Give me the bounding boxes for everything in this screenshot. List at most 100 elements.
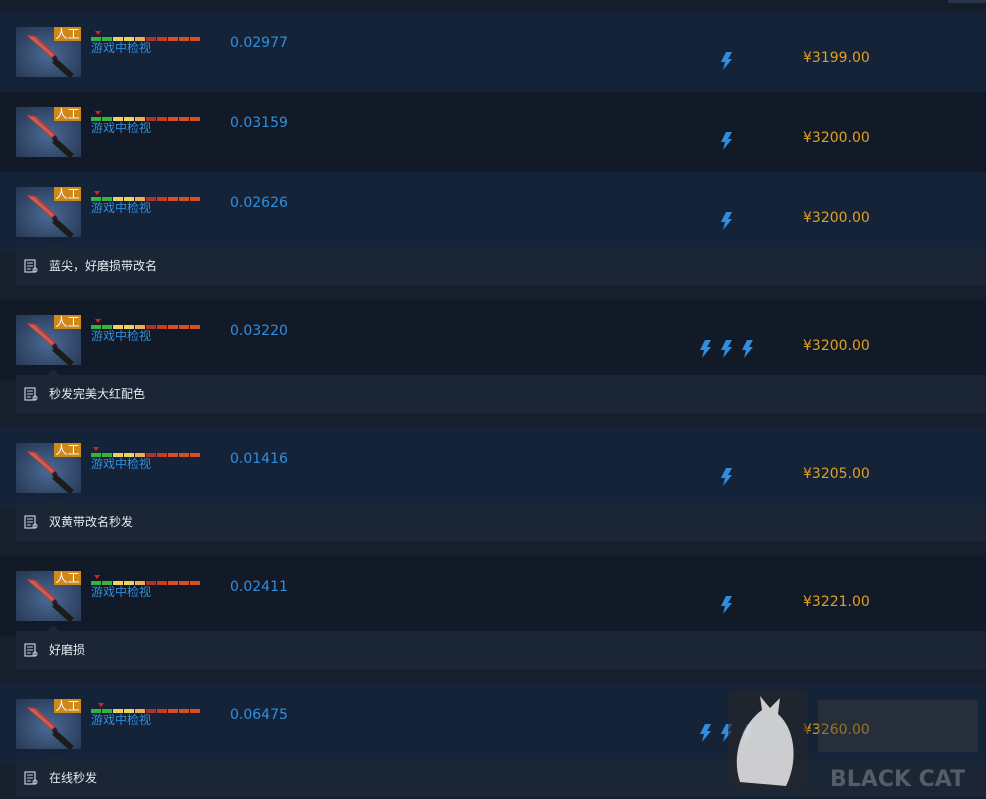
delivery-bolts xyxy=(699,340,755,358)
inspect-link[interactable]: 游戏中检视 xyxy=(91,201,151,215)
float-value: 0.01416 xyxy=(230,451,288,467)
note-text: 蓝尖，好磨损带改名 xyxy=(49,259,158,273)
wear-segment xyxy=(179,117,189,121)
float-value: 0.02977 xyxy=(230,35,288,51)
wear-segment xyxy=(179,37,189,41)
wear-segment xyxy=(190,37,200,41)
listing-row[interactable]: 人工 游戏中检视 0.06475 ¥3260.00 xyxy=(0,684,986,764)
price: ¥3221.00 xyxy=(803,594,870,610)
note-icon xyxy=(24,387,38,401)
listing-row[interactable]: 人工 游戏中检视 0.02411 ¥3221.00 xyxy=(0,556,986,636)
wear-marker xyxy=(93,447,99,451)
float-value: 0.02626 xyxy=(230,195,288,211)
float-value: 0.06475 xyxy=(230,707,288,723)
note-icon xyxy=(24,643,38,657)
top-bar xyxy=(0,0,986,11)
inspect-link[interactable]: 游戏中检视 xyxy=(91,121,151,135)
seller-note: 在线秒发 xyxy=(16,753,986,797)
inspect-link[interactable]: 游戏中检视 xyxy=(91,585,151,599)
lightning-bolt-icon xyxy=(742,724,753,742)
wear-segment xyxy=(157,37,167,41)
manual-badge: 人工 xyxy=(54,443,81,457)
wear-segment xyxy=(179,709,189,713)
manual-badge: 人工 xyxy=(54,107,81,121)
inspect-link[interactable]: 游戏中检视 xyxy=(91,713,151,727)
delivery-bolts xyxy=(720,212,734,230)
wear-segment xyxy=(190,581,200,585)
note-caret xyxy=(46,497,60,503)
inspect-link[interactable]: 游戏中检视 xyxy=(91,457,151,471)
wear-segment xyxy=(190,709,200,713)
seller-note: 秒发完美大红配色 xyxy=(16,369,986,413)
price: ¥3205.00 xyxy=(803,466,870,482)
manual-badge: 人工 xyxy=(54,27,81,41)
note-icon xyxy=(24,771,38,785)
lightning-bolt-icon xyxy=(721,52,732,70)
float-value: 0.03159 xyxy=(230,115,288,131)
lightning-bolt-icon xyxy=(742,340,753,358)
note-icon xyxy=(24,259,38,273)
delivery-bolts xyxy=(720,132,734,150)
wear-marker xyxy=(95,319,101,323)
note-text: 秒发完美大红配色 xyxy=(49,387,146,401)
wear-segment xyxy=(190,197,200,201)
wear-segment xyxy=(157,453,167,457)
lightning-bolt-icon xyxy=(721,724,732,742)
price: ¥3199.00 xyxy=(803,50,870,66)
wear-marker xyxy=(94,575,100,579)
listing-row[interactable]: 人工 游戏中检视 0.02977 ¥3199.00 xyxy=(0,12,986,92)
delivery-bolts xyxy=(720,596,734,614)
lightning-bolt-icon xyxy=(721,340,732,358)
price: ¥3200.00 xyxy=(803,210,870,226)
wear-segment xyxy=(168,325,178,329)
wear-marker xyxy=(94,191,100,195)
inspect-link[interactable]: 游戏中检视 xyxy=(91,329,151,343)
float-value: 0.02411 xyxy=(230,579,288,595)
listing-row[interactable]: 人工 游戏中检视 0.02626 ¥3200.00 xyxy=(0,172,986,252)
wear-segment xyxy=(179,453,189,457)
note-icon xyxy=(24,515,38,529)
lightning-bolt-icon xyxy=(721,212,732,230)
wear-segment xyxy=(157,581,167,585)
wear-segment xyxy=(168,37,178,41)
wear-marker xyxy=(95,31,101,35)
wear-marker xyxy=(95,111,101,115)
wear-segment xyxy=(190,325,200,329)
delivery-bolts xyxy=(720,52,734,70)
price: ¥3260.00 xyxy=(803,722,870,738)
seller-note: 蓝尖，好磨损带改名 xyxy=(16,241,986,285)
listing-row[interactable]: 人工 游戏中检视 0.01416 ¥3205.00 xyxy=(0,428,986,508)
manual-badge: 人工 xyxy=(54,571,81,585)
price: ¥3200.00 xyxy=(803,338,870,354)
manual-badge: 人工 xyxy=(54,187,81,201)
float-value: 0.03220 xyxy=(230,323,288,339)
inspect-link[interactable]: 游戏中检视 xyxy=(91,41,151,55)
note-text: 好磨损 xyxy=(49,643,86,657)
note-caret xyxy=(46,625,60,631)
wear-segment xyxy=(157,325,167,329)
wear-segment xyxy=(157,709,167,713)
listing-row[interactable]: 人工 游戏中检视 0.03220 ¥3200.00 xyxy=(0,300,986,380)
wear-segment xyxy=(179,581,189,585)
wear-segment xyxy=(168,709,178,713)
wear-segment xyxy=(190,453,200,457)
note-text: 在线秒发 xyxy=(49,771,98,785)
wear-marker xyxy=(98,703,104,707)
lightning-bolt-icon xyxy=(721,468,732,486)
price: ¥3200.00 xyxy=(803,130,870,146)
top-bar-corner xyxy=(948,0,986,3)
seller-note: 好磨损 xyxy=(16,625,986,669)
manual-badge: 人工 xyxy=(54,699,81,713)
manual-badge: 人工 xyxy=(54,315,81,329)
wear-segment xyxy=(157,197,167,201)
wear-segment xyxy=(168,581,178,585)
wear-segment xyxy=(190,117,200,121)
lightning-bolt-icon xyxy=(721,132,732,150)
listing-row[interactable]: 人工 游戏中检视 0.03159 ¥3200.00 xyxy=(0,92,986,172)
seller-note: 双黄带改名秒发 xyxy=(16,497,986,541)
wear-segment xyxy=(168,197,178,201)
note-caret xyxy=(46,241,60,247)
wear-segment xyxy=(157,117,167,121)
wear-segment xyxy=(179,325,189,329)
lightning-bolt-icon xyxy=(700,724,711,742)
